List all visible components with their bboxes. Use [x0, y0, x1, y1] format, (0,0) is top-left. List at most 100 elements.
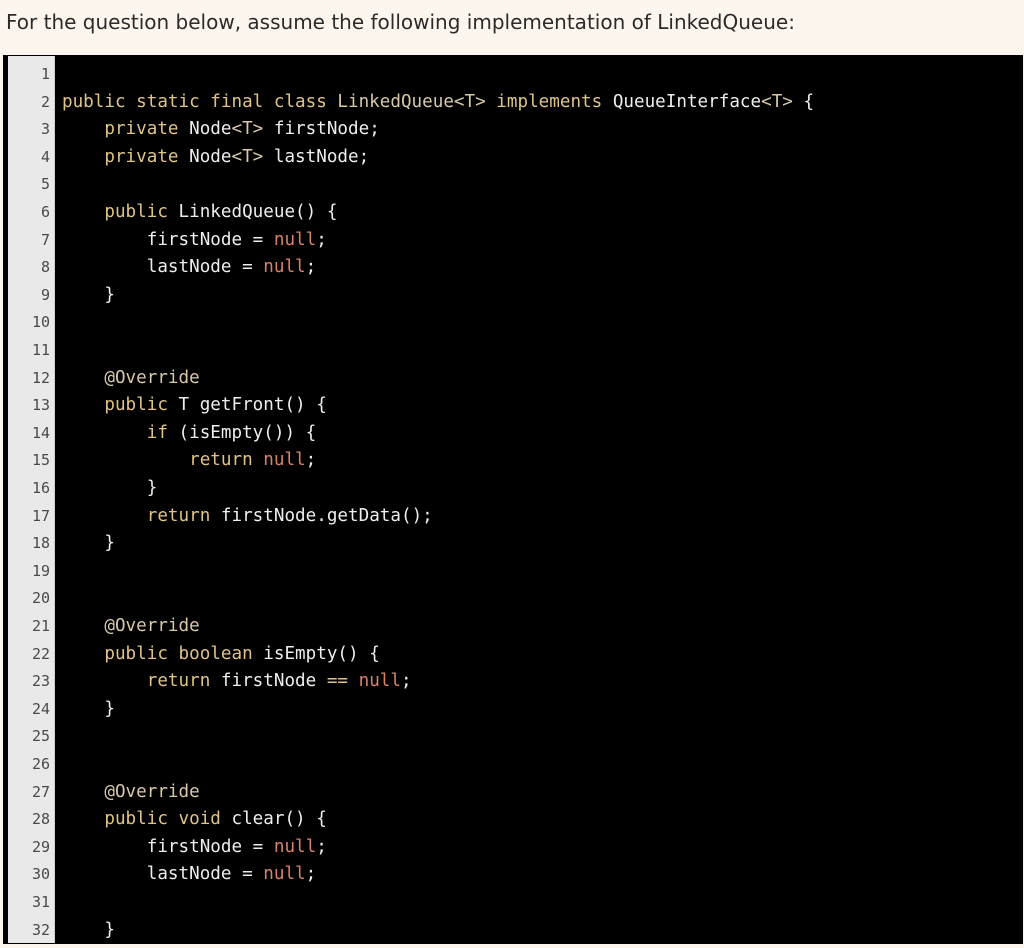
line-number: 28 [31, 810, 50, 829]
code-token: @Override [104, 367, 200, 388]
code-token: LinkedQueue<T> [337, 91, 486, 112]
code-token: null [263, 864, 306, 885]
line-number: 31 [31, 893, 50, 911]
code-token: (isEmpty()) { [178, 422, 317, 443]
code-line: 29 firstNode = null; [4, 834, 1022, 862]
code-token: public [104, 395, 179, 416]
line-number: 32 [31, 920, 50, 939]
code-line: 20 [4, 585, 1022, 613]
code-line: 23 return firstNode == null; [4, 668, 1022, 696]
code-line: 16 } [4, 475, 1022, 503]
code-line: 21 @Override [4, 613, 1022, 641]
code-line: 24 } [4, 696, 1022, 724]
code-line: 28 public void clear() { [4, 806, 1022, 834]
code-line: 32 } [4, 917, 1022, 943]
line-number: 23 [31, 672, 50, 691]
line-number: 24 [31, 699, 50, 718]
code-token: firstNode; [263, 119, 380, 140]
code-line: 6 public LinkedQueue() { [4, 199, 1022, 227]
code-token: @Override [104, 616, 200, 636]
code-token: } [62, 284, 115, 305]
code-text: lastNode = null; [62, 254, 317, 282]
code-token: null [263, 450, 306, 471]
line-number: 30 [31, 865, 50, 884]
code-line: 13 public T getFront() { [4, 392, 1022, 420]
code-line: 3 private Node<T> firstNode; [4, 116, 1022, 144]
code-token: isEmpty() { [263, 643, 380, 664]
line-number: 3 [40, 120, 50, 139]
code-text: } [62, 530, 115, 558]
code-text: firstNode = null; [62, 834, 327, 862]
code-line: 18 } [4, 530, 1022, 558]
line-number: 15 [31, 451, 50, 470]
line-number: 16 [31, 479, 50, 497]
line-number: 10 [31, 313, 50, 332]
line-number: 1 [40, 65, 50, 83]
code-token: private [104, 119, 190, 140]
code-line: 14 if (isEmpty()) { [4, 420, 1022, 448]
code-token: public static final class [62, 91, 338, 112]
line-number: 9 [40, 285, 50, 304]
code-line: 8 lastNode = null; [4, 254, 1022, 282]
code-token: ; [316, 229, 327, 250]
code-token: lastNode = [62, 864, 264, 885]
code-text: private Node<T> firstNode; [62, 116, 380, 144]
line-number: 26 [31, 755, 50, 773]
code-line: 1 [4, 61, 1022, 89]
code-line: 19 [4, 558, 1022, 586]
line-number: 7 [40, 230, 50, 249]
code-token: QueueInterface [612, 91, 762, 112]
code-text: public T getFront() { [62, 392, 326, 420]
code-text: lastNode = null; [62, 861, 317, 889]
code-line: 12 @Override [4, 365, 1022, 393]
line-number: 19 [31, 561, 50, 580]
line-number: 2 [40, 92, 50, 111]
code-token: firstNode = [62, 836, 274, 857]
code-text: return firstNode == null; [62, 668, 412, 696]
code-text: public boolean isEmpty() { [62, 641, 380, 669]
line-number: 14 [31, 423, 50, 442]
code-token: ; [305, 257, 317, 278]
line-number: 8 [40, 258, 50, 277]
code-token: ; [316, 836, 327, 857]
code-line: 9 } [4, 282, 1022, 310]
code-token: firstNode = [62, 229, 274, 250]
line-number: 27 [31, 782, 50, 801]
code-line: 30 lastNode = null; [4, 861, 1022, 889]
code-token: ; [305, 864, 317, 885]
code-token: { [792, 91, 815, 112]
code-token: Node [189, 119, 232, 140]
code-text: @Override [62, 613, 200, 641]
code-token: null [273, 229, 317, 250]
code-token: firstNode.getData(); [220, 505, 433, 526]
code-line: 5 [4, 171, 1022, 199]
code-token: <T> [231, 119, 264, 140]
code-text: } [62, 475, 158, 503]
code-line: 15 return null; [4, 447, 1022, 475]
line-number: 18 [31, 534, 50, 553]
code-text: return null; [62, 447, 316, 475]
line-number: 20 [31, 589, 50, 608]
code-token: } [62, 533, 115, 554]
code-token: LinkedQueue() { [178, 202, 338, 222]
code-text: @Override [62, 365, 200, 393]
line-number: 4 [40, 147, 50, 166]
code-token: ; [401, 671, 412, 692]
code-line: 31 [4, 889, 1022, 917]
code-line: 22 public boolean isEmpty() { [4, 641, 1022, 669]
code-token: if [146, 422, 179, 443]
code-token: <T> [231, 146, 264, 167]
line-number: 17 [31, 506, 50, 525]
code-token: implements [485, 91, 613, 112]
code-token: clear() { [231, 809, 327, 830]
code-token: == [326, 671, 349, 692]
code-text: return firstNode.getData(); [62, 503, 433, 531]
code-text: private Node<T> lastNode; [62, 144, 369, 172]
line-number: 5 [40, 175, 50, 194]
